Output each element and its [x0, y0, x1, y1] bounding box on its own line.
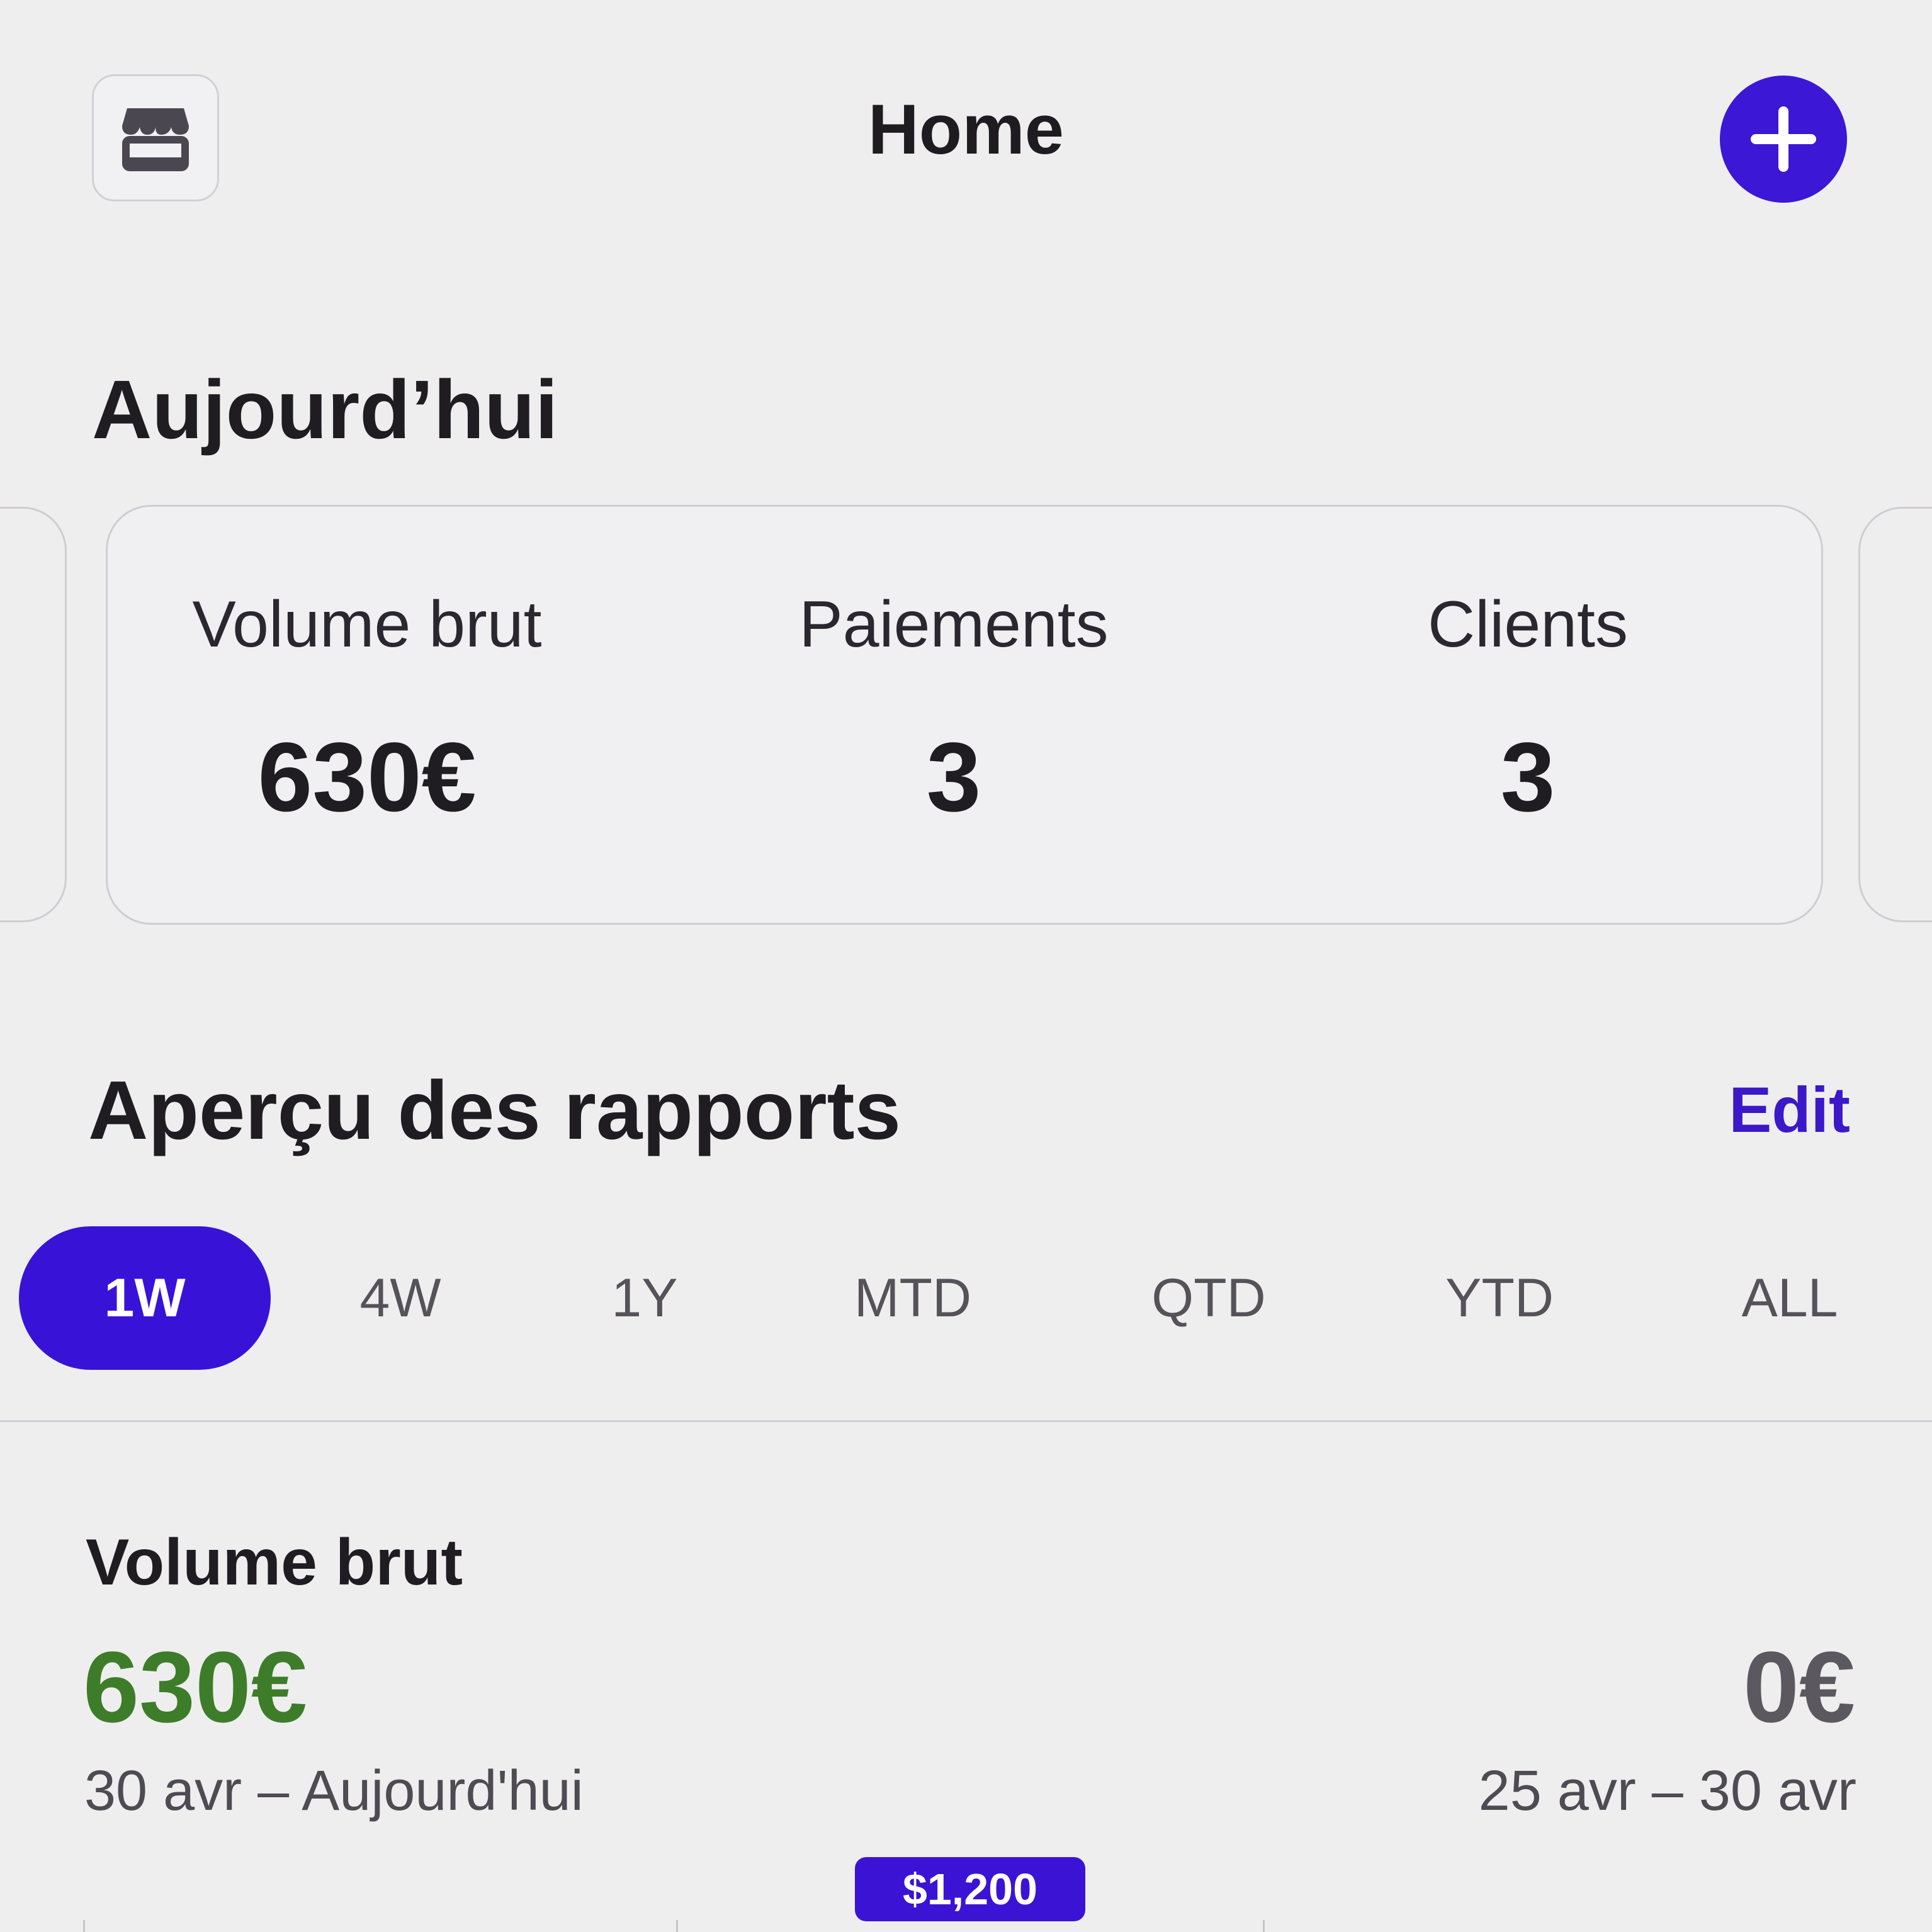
period-tab-ytd[interactable]: YTD [1429, 1226, 1570, 1370]
period-tab-qtd[interactable]: QTD [1133, 1226, 1284, 1370]
chart-tick [83, 1920, 85, 1932]
page-title: Home [867, 90, 1065, 169]
period-tab-all[interactable]: ALL [1722, 1226, 1857, 1370]
stat-label: Volume brut [192, 588, 542, 661]
plus-icon [1751, 106, 1816, 172]
next-card-peek[interactable] [1858, 507, 1932, 922]
metric-current-range: 30 avr – Aujourd'hui [84, 1760, 584, 1822]
stat-value: 3 [1500, 723, 1556, 832]
reports-heading: Aperçu des rapports [88, 1064, 901, 1156]
stat-label: Clients [1428, 588, 1628, 661]
stat-value: 630€ [257, 723, 477, 832]
period-tab-4w[interactable]: 4W [337, 1226, 463, 1370]
add-button[interactable] [1720, 76, 1847, 203]
metric-title: Volume brut [86, 1526, 463, 1599]
metric-previous-range: 25 avr – 30 avr [1478, 1760, 1856, 1822]
chart-tooltip: $1,200 [855, 1857, 1085, 1921]
section-divider [0, 1420, 1932, 1422]
period-tab-mtd[interactable]: MTD [836, 1226, 990, 1370]
period-tab-1w[interactable]: 1W [19, 1226, 271, 1370]
stat-customers: Clients 3 [1276, 507, 1780, 827]
stat-label: Paiements [799, 588, 1109, 661]
period-tab-1y[interactable]: 1Y [582, 1226, 708, 1370]
chart-tick [1263, 1920, 1265, 1932]
today-summary-card[interactable]: Volume brut 630€ Paiements 3 Clients 3 [106, 505, 1823, 925]
metric-previous-value: 0€ [1743, 1630, 1855, 1743]
stat-gross-volume: Volume brut 630€ [115, 507, 619, 827]
previous-card-peek[interactable] [0, 507, 67, 922]
stat-payments: Paiements 3 [702, 507, 1206, 827]
today-heading: Aujourd’hui [92, 363, 558, 456]
edit-button[interactable]: Edit [1729, 1078, 1850, 1142]
chart-tick [676, 1920, 678, 1932]
metric-current-value: 630€ [83, 1630, 307, 1743]
stat-value: 3 [926, 723, 981, 832]
